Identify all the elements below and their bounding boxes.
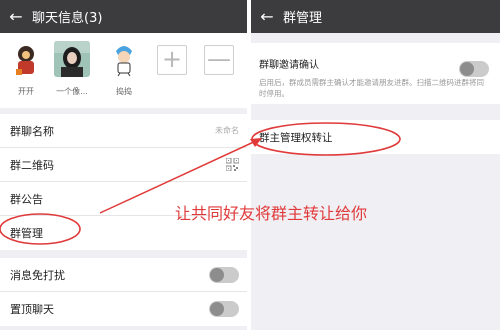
- group-qr-label: 群二维码: [10, 158, 54, 172]
- group-name-value: 未命名: [215, 126, 239, 135]
- remove-member-button[interactable]: —: [204, 45, 234, 75]
- group-notice-label: 群公告: [10, 192, 43, 206]
- mute-toggle[interactable]: [209, 266, 239, 283]
- avatar: [8, 41, 44, 77]
- pin-label: 置顶聊天: [10, 303, 54, 316]
- avatar: [106, 41, 142, 77]
- annotation-caption: 让共同好友将群主转让给你: [175, 204, 368, 223]
- group-qr-row[interactable]: 群二维码: [0, 148, 247, 182]
- back-arrow-icon[interactable]: ←: [0, 0, 32, 33]
- transfer-owner-row[interactable]: 群主管理权转让: [251, 120, 500, 154]
- member-item[interactable]: 开开: [6, 41, 46, 97]
- chat-info-title: 聊天信息(3): [32, 11, 103, 26]
- group-manage-title: 群管理: [283, 11, 323, 26]
- back-arrow-icon[interactable]: ←: [251, 0, 283, 33]
- group-manage-header: ← 群管理: [251, 0, 500, 33]
- mute-row: 消息免打扰: [0, 258, 247, 292]
- group-manage-panel: ← 群管理 群聊邀请确认 启用后，群成员需群主确认才能邀请朋友进群。扫描二维码进…: [251, 0, 500, 330]
- pin-toggle[interactable]: [209, 301, 239, 317]
- invite-confirm-section: 群聊邀请确认 启用后，群成员需群主确认才能邀请朋友进群。扫描二维码进群将同时停用…: [251, 43, 500, 104]
- chat-options-section: 消息免打扰 置顶聊天: [0, 258, 247, 326]
- member-item[interactable]: 一个像...: [52, 41, 92, 97]
- chat-info-panel: ← 聊天信息(3) 开开 一个像... 捣捣 + — 群聊名称 未命名 群二维码…: [0, 0, 247, 330]
- group-manage-label: 群管理: [10, 227, 43, 240]
- group-name-row[interactable]: 群聊名称 未命名: [0, 114, 247, 148]
- invite-confirm-description: 启用后，群成员需群主确认才能邀请朋友进群。扫描二维码进群将同时停用。: [259, 78, 484, 98]
- member-name: 捣捣: [116, 87, 132, 96]
- transfer-owner-label: 群主管理权转让: [259, 132, 333, 144]
- qr-code-icon: [226, 158, 239, 171]
- member-grid: 开开 一个像... 捣捣 + —: [0, 33, 247, 108]
- invite-confirm-toggle[interactable]: [459, 61, 489, 77]
- group-name-label: 群聊名称: [10, 124, 54, 138]
- chat-info-header: ← 聊天信息(3): [0, 0, 247, 33]
- mute-label: 消息免打扰: [10, 268, 65, 282]
- invite-confirm-label: 群聊邀请确认: [259, 60, 319, 71]
- add-member-button[interactable]: +: [157, 45, 187, 75]
- group-settings-section: 群聊名称 未命名 群二维码 群公告 群管理: [0, 114, 247, 250]
- avatar: [54, 41, 90, 77]
- member-name: 一个像...: [56, 87, 88, 96]
- member-name: 开开: [18, 87, 34, 96]
- member-item[interactable]: 捣捣: [104, 41, 144, 97]
- pin-row: 置顶聊天: [0, 292, 247, 326]
